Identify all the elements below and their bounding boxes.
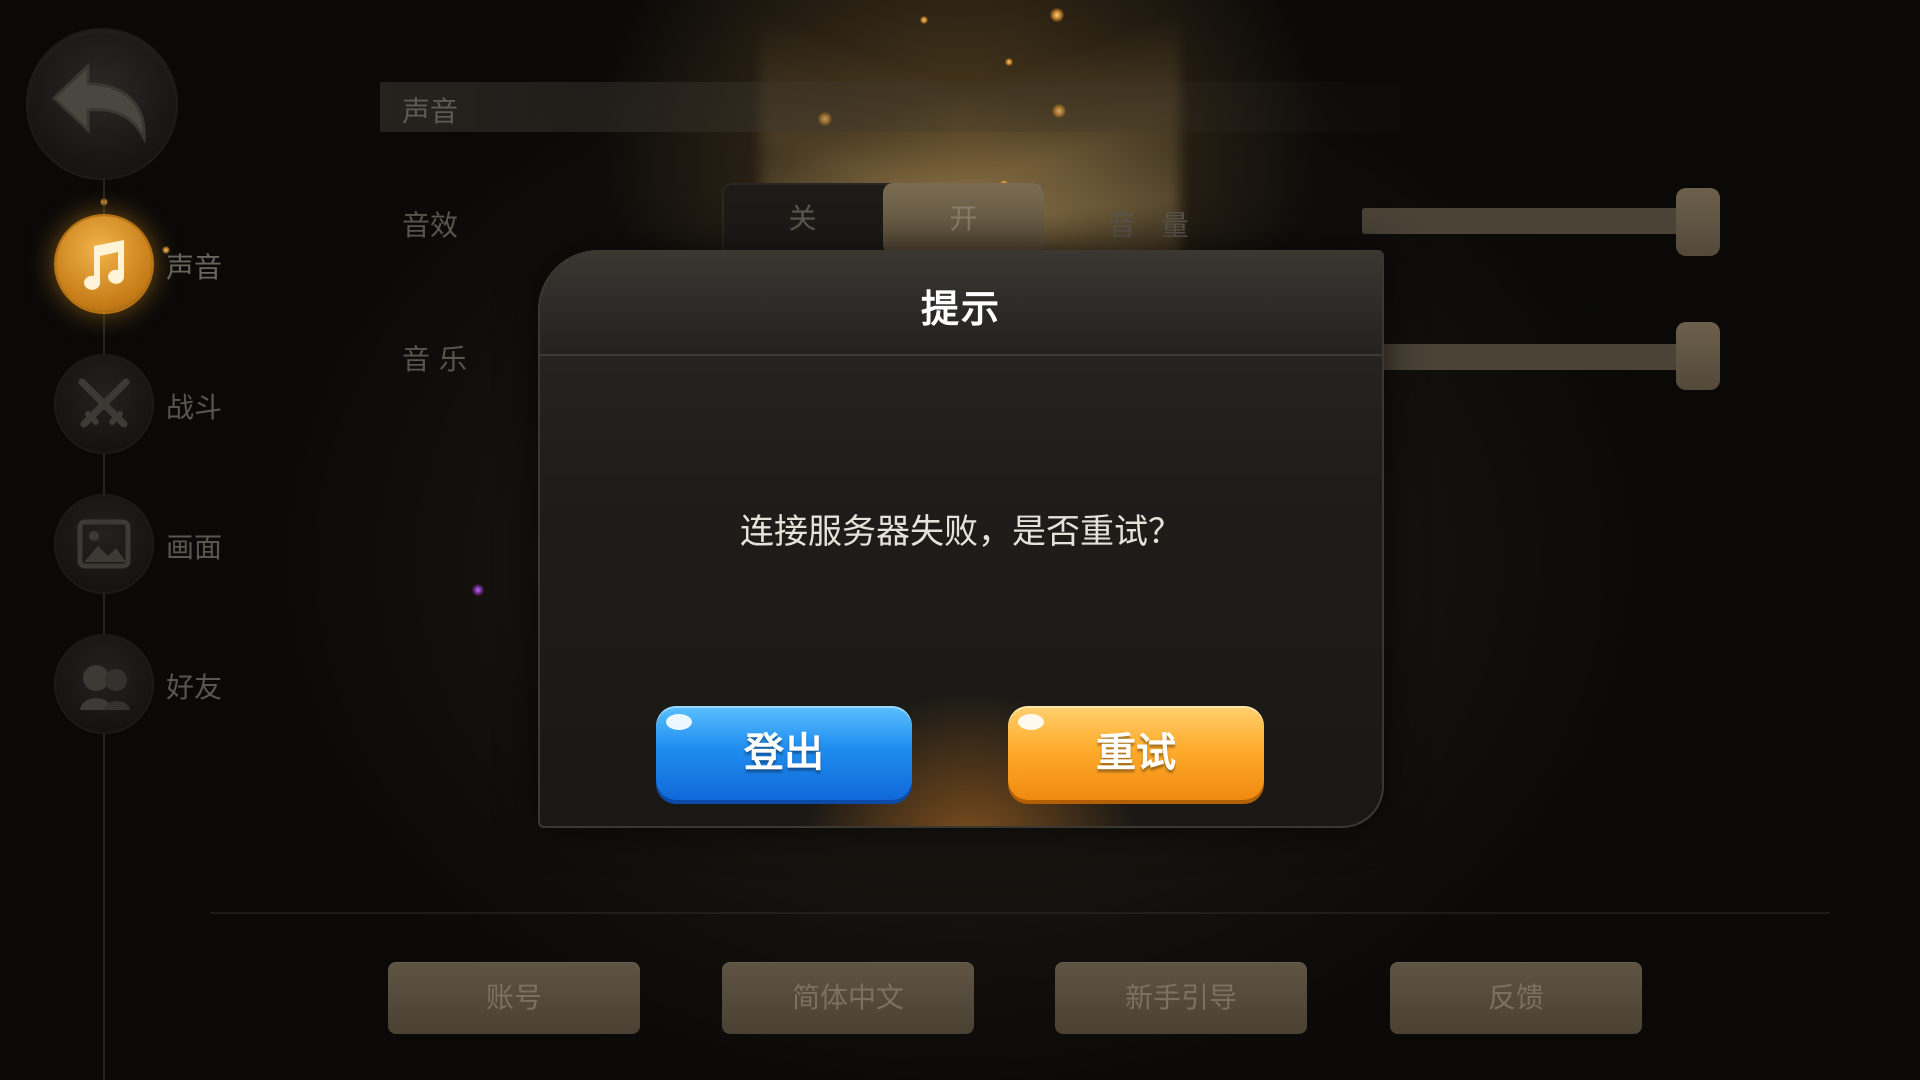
game-settings-screen: 声音 战斗 画面 好友 声音 音效 关 开 音 量 音 乐 账号 简体中文 新手…: [0, 0, 1920, 1080]
music-volume-slider[interactable]: [1362, 344, 1692, 370]
sidebar-item-label: 画面: [166, 531, 223, 564]
logout-button-label: 登出: [744, 730, 824, 776]
logout-button[interactable]: 登出: [656, 706, 912, 800]
spark-particle: [920, 16, 928, 24]
section-header: 声音: [380, 82, 1400, 132]
sidebar-item-battle[interactable]: 战斗: [56, 356, 316, 456]
button-shine: [666, 714, 692, 730]
account-button[interactable]: 账号: [388, 962, 640, 1034]
music-note-icon: [56, 216, 152, 312]
feedback-button[interactable]: 反馈: [1390, 962, 1642, 1034]
dialog-header: 提示: [540, 252, 1382, 356]
sfx-volume-knob[interactable]: [1676, 188, 1720, 256]
sfx-volume-slider[interactable]: [1362, 208, 1692, 234]
button-shine: [1018, 714, 1044, 730]
sidebar-item-graphics[interactable]: 画面: [56, 496, 316, 596]
spark-particle: [1050, 8, 1064, 22]
spark-particle: [472, 584, 484, 596]
sidebar-item-friends[interactable]: 好友: [56, 636, 316, 736]
friends-icon: [56, 636, 152, 732]
sidebar-item-label: 好友: [166, 671, 223, 704]
back-arrow-icon: [51, 62, 146, 144]
spark-particle: [1005, 58, 1013, 66]
music-label: 音 乐: [402, 343, 467, 376]
dialog-message: 连接服务器失败，是否重试？: [740, 512, 1182, 552]
tutorial-button[interactable]: 新手引导: [1055, 962, 1307, 1034]
dialog-title: 提示: [920, 287, 1001, 331]
sidebar-item-label: 声音: [166, 251, 223, 284]
retry-button[interactable]: 重试: [1008, 706, 1264, 800]
crossed-swords-icon: [56, 356, 152, 452]
sfx-label: 音效: [402, 209, 459, 242]
retry-button-label: 重试: [1096, 730, 1176, 776]
sfx-toggle-on[interactable]: 开: [883, 183, 1044, 255]
sfx-toggle[interactable]: 关 开: [722, 183, 1044, 255]
picture-icon: [56, 496, 152, 592]
language-button[interactable]: 简体中文: [722, 962, 974, 1034]
volume-label: 音 量: [1108, 209, 1197, 242]
sidebar-item-sound[interactable]: 声音: [56, 216, 316, 316]
back-button[interactable]: [28, 30, 176, 178]
sfx-toggle-off[interactable]: 关: [722, 183, 883, 255]
sidebar-item-label: 战斗: [166, 391, 223, 424]
music-volume-knob[interactable]: [1676, 322, 1720, 390]
section-title: 声音: [402, 95, 459, 128]
alert-dialog: 提示 连接服务器失败，是否重试？ 登出 重试: [538, 250, 1384, 828]
bottom-divider: [210, 912, 1830, 914]
